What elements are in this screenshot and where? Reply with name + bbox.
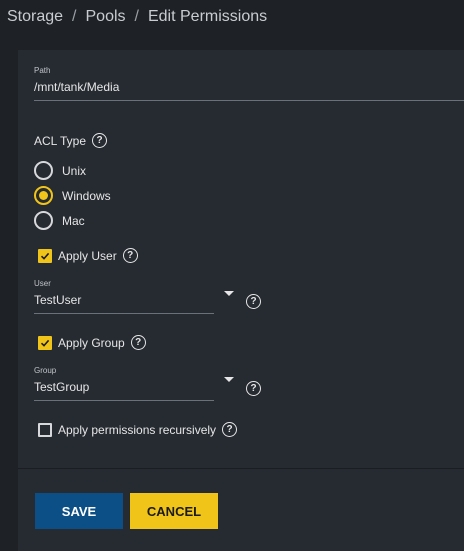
group-select[interactable]: Group TestGroup <box>34 366 214 401</box>
radio-windows-label: Windows <box>62 188 111 203</box>
user-select[interactable]: User TestUser <box>34 279 214 314</box>
apply-recursively-checkbox[interactable]: Apply permissions recursively ? <box>38 422 238 437</box>
breadcrumb-storage[interactable]: Storage <box>7 8 63 26</box>
acl-type-help-icon[interactable]: ? <box>92 133 108 148</box>
user-help-icon[interactable]: ? <box>246 294 261 309</box>
path-value[interactable]: /mnt/tank/Media <box>34 80 464 94</box>
checkbox-checked-icon <box>38 335 52 350</box>
breadcrumb: Storage / Pools / Edit Permissions <box>7 6 267 28</box>
apply-user-label: Apply User <box>58 248 117 263</box>
group-dropdown-arrow-icon[interactable] <box>224 377 234 382</box>
edit-permissions-card: Path /mnt/tank/Media ACL Type ? Unix Win… <box>18 50 464 551</box>
user-label: User <box>34 279 51 288</box>
path-underline <box>34 100 464 101</box>
apply-user-help-icon[interactable]: ? <box>122 248 138 263</box>
action-divider <box>18 468 464 469</box>
radio-unchecked-icon <box>34 161 53 180</box>
apply-group-label: Apply Group <box>58 335 125 350</box>
acl-type-text: ACL Type <box>34 133 87 148</box>
group-help-icon[interactable]: ? <box>246 381 261 396</box>
group-label: Group <box>34 366 57 375</box>
checkbox-unchecked-icon <box>38 422 52 437</box>
radio-mac-label: Mac <box>62 213 85 228</box>
cancel-button[interactable]: CANCEL <box>130 493 218 529</box>
form-body: Path /mnt/tank/Media ACL Type ? Unix Win… <box>18 50 464 468</box>
radio-unchecked-icon <box>34 211 53 230</box>
acl-type-label: ACL Type ? <box>34 133 108 148</box>
group-value[interactable]: TestGroup <box>34 380 214 394</box>
radio-unix[interactable]: Unix <box>34 161 86 180</box>
radio-windows[interactable]: Windows <box>34 186 111 205</box>
breadcrumb-separator: / <box>134 8 139 25</box>
apply-group-help-icon[interactable]: ? <box>130 335 146 350</box>
save-button[interactable]: SAVE <box>35 493 123 529</box>
path-field[interactable]: Path /mnt/tank/Media <box>34 66 464 101</box>
radio-checked-icon <box>34 186 53 205</box>
apply-recursively-help-icon[interactable]: ? <box>222 422 238 437</box>
group-underline <box>34 400 214 401</box>
user-dropdown-arrow-icon[interactable] <box>224 291 234 296</box>
breadcrumb-pools[interactable]: Pools <box>86 8 126 26</box>
radio-mac[interactable]: Mac <box>34 211 85 230</box>
user-underline <box>34 313 214 314</box>
breadcrumb-separator: / <box>72 8 77 25</box>
apply-group-checkbox[interactable]: Apply Group ? <box>38 335 146 350</box>
checkbox-checked-icon <box>38 248 52 263</box>
breadcrumb-current: Edit Permissions <box>147 8 268 25</box>
radio-unix-label: Unix <box>62 163 87 178</box>
user-value[interactable]: TestUser <box>34 293 214 307</box>
apply-recursively-label: Apply permissions recursively <box>58 422 217 437</box>
path-label: Path <box>34 66 51 75</box>
apply-user-checkbox[interactable]: Apply User ? <box>38 248 138 263</box>
